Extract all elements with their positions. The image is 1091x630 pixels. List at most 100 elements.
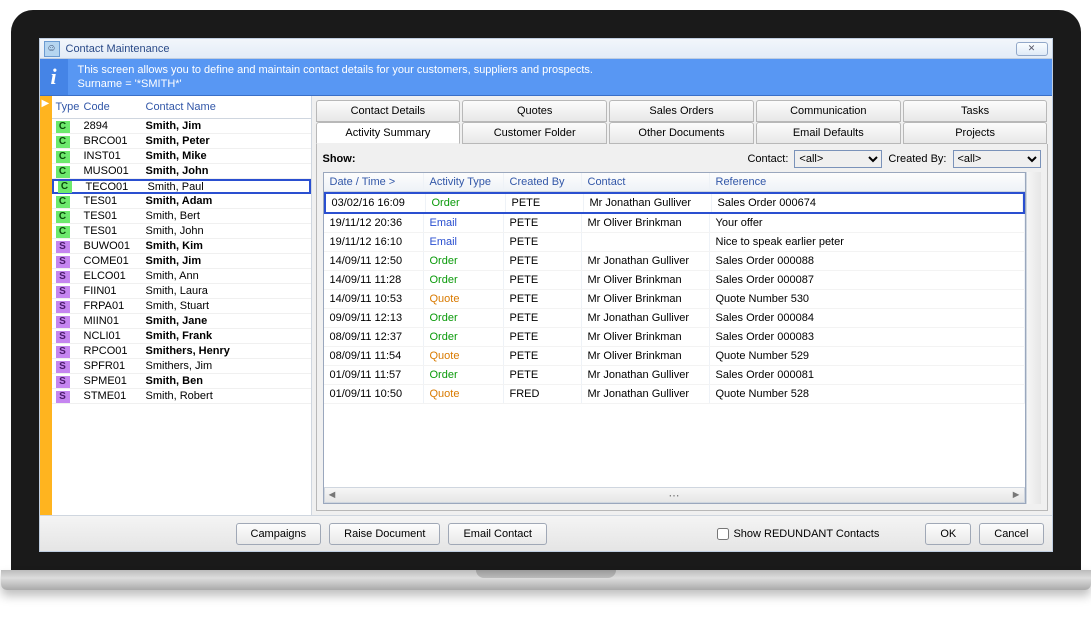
contact-row[interactable]: SNCLI01Smith, Frank [52,329,311,344]
contact-row[interactable]: C2894Smith, Jim [52,119,311,134]
cell-datetime: 01/09/11 11:57 [324,366,424,384]
redundant-check-input[interactable] [717,528,729,540]
contact-name: Smithers, Henry [142,343,311,359]
activity-rows[interactable]: 03/02/16 16:09OrderPETEMr Jonathan Gulli… [324,192,1025,487]
contact-row[interactable]: CMUSO01Smith, John [52,164,311,179]
contact-row[interactable]: SFRPA01Smith, Stuart [52,299,311,314]
contact-row[interactable]: SELCO01Smith, Ann [52,269,311,284]
email-contact-button[interactable]: Email Contact [448,523,546,545]
type-badge: C [56,211,70,223]
contact-row[interactable]: CTES01Smith, John [52,224,311,239]
activity-row[interactable]: 09/09/11 12:13OrderPETEMr Jonathan Gulli… [324,309,1025,328]
activity-row[interactable]: 14/09/11 12:50OrderPETEMr Jonathan Gulli… [324,252,1025,271]
contact-name: Smith, Jim [142,253,311,269]
contact-row[interactable]: CBRCO01Smith, Peter [52,134,311,149]
tab-other-documents[interactable]: Other Documents [609,122,754,144]
contact-row[interactable]: CTECO01Smith, Paul [52,179,311,194]
contact-row[interactable]: CINST01Smith, Mike [52,149,311,164]
activity-header: Date / Time > Activity Type Created By C… [324,173,1025,192]
activity-row[interactable]: 03/02/16 16:09OrderPETEMr Jonathan Gulli… [324,192,1025,214]
tab-communication[interactable]: Communication [756,100,901,122]
vertical-scrollbar[interactable] [1026,172,1041,504]
contact-row[interactable]: SCOME01Smith, Jim [52,254,311,269]
tab-tasks[interactable]: Tasks [903,100,1048,122]
activity-row[interactable]: 01/09/11 10:50QuoteFREDMr Jonathan Gulli… [324,385,1025,404]
cell-activity-type: Order [424,309,504,327]
contact-row[interactable]: SSPFR01Smithers, Jim [52,359,311,374]
close-button[interactable]: ✕ [1016,42,1048,56]
col-code[interactable]: Code [80,99,142,115]
col-activity-type[interactable]: Activity Type [424,173,504,191]
col-created-by[interactable]: Created By [504,173,582,191]
horizontal-scrollbar[interactable]: ◄⋯► [324,487,1025,503]
col-reference[interactable]: Reference [710,173,1025,191]
contact-row[interactable]: SFIIN01Smith, Laura [52,284,311,299]
tab-projects[interactable]: Projects [903,122,1048,144]
ok-button[interactable]: OK [925,523,971,545]
raise-document-button[interactable]: Raise Document [329,523,440,545]
tab-contact-details[interactable]: Contact Details [316,100,461,122]
contact-row[interactable]: SSTME01Smith, Robert [52,389,311,404]
cell-reference: Sales Order 000087 [710,271,1025,289]
contact-name: Smith, Bert [142,208,311,224]
tab-email-defaults[interactable]: Email Defaults [756,122,901,144]
col-name[interactable]: Contact Name [142,99,311,115]
tab-sales-orders[interactable]: Sales Orders [609,100,754,122]
col-datetime[interactable]: Date / Time > [324,173,424,191]
col-contact[interactable]: Contact [582,173,710,191]
cell-reference: Nice to speak earlier peter [710,233,1025,251]
cell-created-by: FRED [504,385,582,403]
campaigns-button[interactable]: Campaigns [236,523,322,545]
contact-row[interactable]: CTES01Smith, Adam [52,194,311,209]
info-icon: i [40,59,68,95]
cell-datetime: 09/09/11 12:13 [324,309,424,327]
activity-row[interactable]: 19/11/12 20:36EmailPETEMr Oliver Brinkma… [324,214,1025,233]
contact-name: Smith, Jane [142,313,311,329]
contact-filter-select[interactable]: <all> [794,150,882,168]
cell-contact: Mr Jonathan Gulliver [582,366,710,384]
type-badge: C [58,181,72,193]
contact-code: FRPA01 [80,298,142,314]
contact-name: Smith, Adam [142,193,311,209]
window-title: Contact Maintenance [66,43,170,55]
tabs-row-1: Contact DetailsQuotesSales OrdersCommuni… [316,100,1048,122]
activity-row[interactable]: 08/09/11 12:37OrderPETEMr Oliver Brinkma… [324,328,1025,347]
contacts-list[interactable]: C2894Smith, JimCBRCO01Smith, PeterCINST0… [52,119,311,515]
activity-row[interactable]: 08/09/11 11:54QuotePETEMr Oliver Brinkma… [324,347,1025,366]
scroll-right-icon[interactable]: ► [1011,489,1022,501]
show-redundant-checkbox[interactable]: Show REDUNDANT Contacts [717,528,879,540]
contact-row[interactable]: SRPCO01Smithers, Henry [52,344,311,359]
type-badge: S [56,241,70,253]
activity-row[interactable]: 14/09/11 11:28OrderPETEMr Oliver Brinkma… [324,271,1025,290]
tab-customer-folder[interactable]: Customer Folder [462,122,607,144]
cell-activity-type: Quote [424,347,504,365]
activity-row[interactable]: 19/11/12 16:10EmailPETENice to speak ear… [324,233,1025,252]
scroll-left-icon[interactable]: ◄ [327,489,338,501]
createdby-filter-select[interactable]: <all> [953,150,1041,168]
cell-created-by: PETE [506,194,584,212]
contact-row[interactable]: SBUWO01Smith, Kim [52,239,311,254]
tab-activity-summary[interactable]: Activity Summary [316,122,461,144]
cell-datetime: 08/09/11 12:37 [324,328,424,346]
cell-created-by: PETE [504,233,582,251]
contact-code: COME01 [80,253,142,269]
contact-row[interactable]: SSPME01Smith, Ben [52,374,311,389]
type-badge: C [56,166,70,178]
cancel-button[interactable]: Cancel [979,523,1043,545]
contact-name: Smith, Peter [142,133,311,149]
contact-code: SPFR01 [80,358,142,374]
cell-reference: Sales Order 000083 [710,328,1025,346]
activity-row[interactable]: 14/09/11 10:53QuotePETEMr Oliver Brinkma… [324,290,1025,309]
contact-row[interactable]: SMIIN01Smith, Jane [52,314,311,329]
contact-row[interactable]: CTES01Smith, Bert [52,209,311,224]
contact-code: INST01 [80,148,142,164]
info-line1: This screen allows you to define and mai… [78,63,593,77]
activity-row[interactable]: 01/09/11 11:57OrderPETEMr Jonathan Gulli… [324,366,1025,385]
cell-created-by: PETE [504,366,582,384]
contact-name: Smith, John [142,163,311,179]
sidebar-expand-strip[interactable]: ▶ [40,96,52,515]
contact-name: Smith, Kim [142,238,311,254]
tab-quotes[interactable]: Quotes [462,100,607,122]
col-type[interactable]: Type [52,99,80,115]
cell-created-by: PETE [504,347,582,365]
